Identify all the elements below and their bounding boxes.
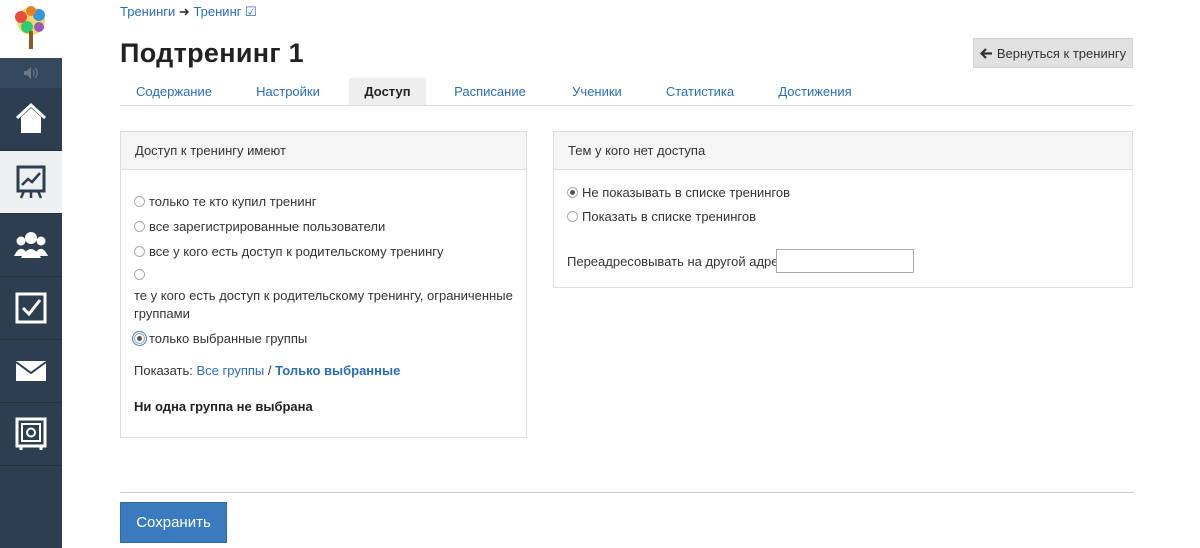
radio-hide[interactable] xyxy=(567,187,578,198)
redirect-label: Переадресовывать на другой адрес xyxy=(567,254,786,269)
tab-access[interactable]: Доступ xyxy=(349,78,426,105)
redirect-url-input[interactable] xyxy=(776,249,914,273)
checkbox-icon xyxy=(15,292,47,324)
mail-icon xyxy=(15,361,47,381)
access-panel: Доступ к тренингу имеют только те кто ку… xyxy=(120,131,527,438)
access-option-selected-groups[interactable]: только выбранные группы xyxy=(132,331,308,346)
all-groups-link[interactable]: Все группы xyxy=(197,363,265,378)
back-to-training-button[interactable]: Вернуться к тренингу xyxy=(973,38,1133,68)
arrow-left-icon xyxy=(979,47,992,59)
radio-parent[interactable] xyxy=(134,246,145,257)
breadcrumb-trainings-link[interactable]: Тренинги xyxy=(120,4,175,19)
radio-parent-groups[interactable] xyxy=(134,269,145,280)
radio-buyers[interactable] xyxy=(134,196,145,207)
sidebar xyxy=(0,0,62,548)
logo[interactable] xyxy=(0,0,62,58)
tab-students[interactable]: Ученики xyxy=(560,78,634,105)
no-access-panel: Тем у кого нет доступа Не показывать в с… xyxy=(553,131,1133,288)
tab-statistics[interactable]: Статистика xyxy=(658,78,742,105)
chart-icon xyxy=(16,165,46,199)
option-label: все у кого есть доступ к родительскому т… xyxy=(149,244,444,259)
sidebar-item-mail[interactable] xyxy=(0,340,62,403)
sidebar-item-safe[interactable] xyxy=(0,403,62,466)
tab-bar: Содержание Настройки Доступ Расписание У… xyxy=(120,78,1134,106)
users-icon xyxy=(14,232,48,258)
sidebar-item-home[interactable] xyxy=(0,88,62,151)
no-access-option-show[interactable]: Показать в списке тренингов xyxy=(567,209,756,224)
speaker-icon xyxy=(24,67,38,79)
back-button-label: Вернуться к тренингу xyxy=(996,45,1127,61)
sound-toggle[interactable] xyxy=(0,58,62,88)
tab-settings[interactable]: Настройки xyxy=(240,78,336,105)
access-option-registered[interactable]: все зарегистрированные пользователи xyxy=(134,219,385,234)
access-option-parent[interactable]: все у кого есть доступ к родительскому т… xyxy=(134,244,444,259)
radio-show[interactable] xyxy=(567,211,578,222)
footer-divider xyxy=(120,492,1134,493)
option-label: Показать в списке тренингов xyxy=(582,209,756,224)
option-label: Не показывать в списке тренингов xyxy=(582,185,791,200)
groups-filter: Показать: Все группы / Только выбранные xyxy=(134,362,400,380)
access-option-buyers[interactable]: только те кто купил тренинг xyxy=(134,194,317,209)
option-label: все зарегистрированные пользователи xyxy=(149,219,386,234)
save-button[interactable]: Сохранить xyxy=(120,502,227,543)
radio-selected-groups[interactable] xyxy=(132,331,147,346)
option-label: только выбранные группы xyxy=(149,331,308,346)
safe-icon xyxy=(15,417,47,450)
access-option-parent-groups-label[interactable]: те у кого есть доступ к родительскому тр… xyxy=(134,287,514,323)
home-icon xyxy=(15,102,47,133)
tab-schedule[interactable]: Расписание xyxy=(444,78,536,105)
radio-registered[interactable] xyxy=(134,221,145,232)
option-label: только те кто купил тренинг xyxy=(149,194,317,209)
access-panel-title: Доступ к тренингу имеют xyxy=(121,132,526,170)
breadcrumb-separator: ➜ xyxy=(178,4,190,19)
page-title: Подтренинг 1 xyxy=(120,38,304,68)
breadcrumb-training-link[interactable]: Тренинг ☑ xyxy=(193,4,256,19)
tab-achievements[interactable]: Достижения xyxy=(768,78,862,105)
sidebar-item-trainings[interactable] xyxy=(0,151,62,214)
tab-content[interactable]: Содержание xyxy=(120,78,228,105)
sidebar-item-tasks[interactable] xyxy=(0,277,62,340)
groups-filter-separator: / xyxy=(267,363,272,378)
tree-logo-icon xyxy=(15,6,45,49)
selected-groups-link[interactable]: Только выбранные xyxy=(275,363,400,378)
no-access-option-hide[interactable]: Не показывать в списке тренингов xyxy=(567,185,790,200)
sidebar-item-users[interactable] xyxy=(0,214,62,277)
breadcrumb: Тренинги ➜ Тренинг ☑ xyxy=(120,4,257,20)
groups-filter-label: Показать: xyxy=(134,363,193,378)
no-access-panel-title: Тем у кого нет доступа xyxy=(554,132,1132,170)
no-groups-message: Ни одна группа не выбрана xyxy=(134,399,313,414)
